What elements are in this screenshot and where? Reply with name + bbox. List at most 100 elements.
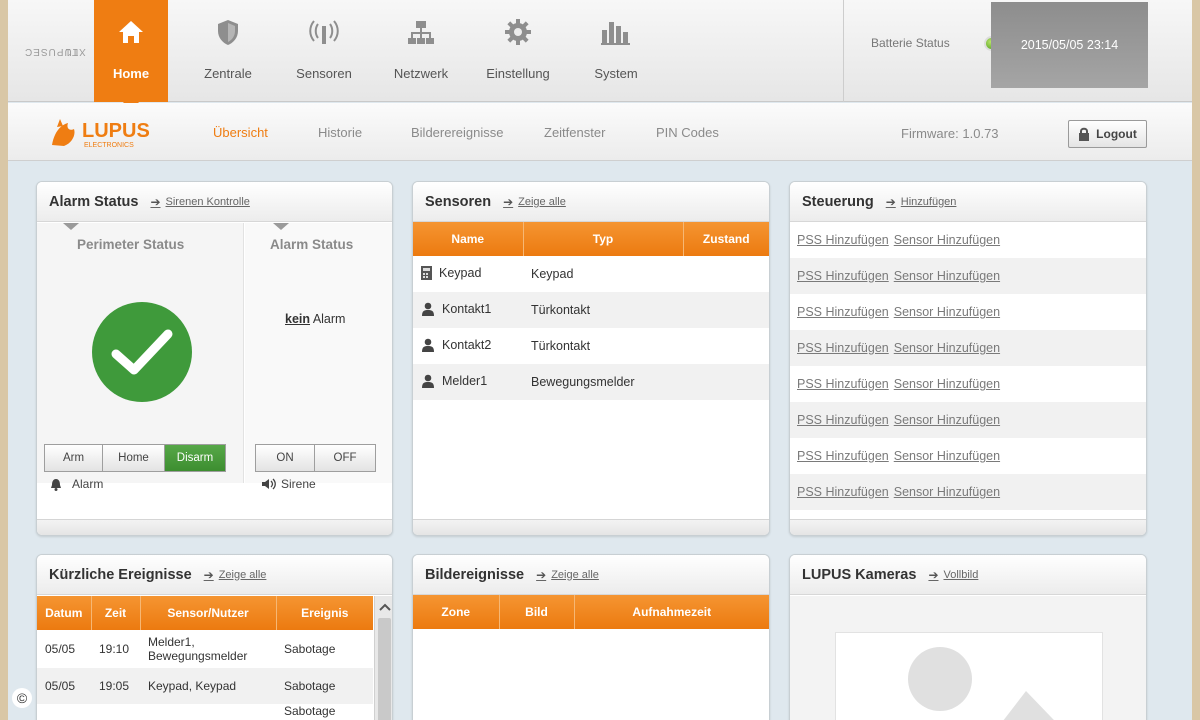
column-header[interactable]: Zeit <box>91 596 141 630</box>
list-item: PSS Hinzufügen Sensor Hinzufügen <box>790 366 1146 402</box>
person-icon <box>422 302 434 316</box>
sensor-add-link[interactable]: Sensor Hinzufügen <box>894 233 1000 247</box>
sensor-state-cell <box>683 292 769 328</box>
person-icon <box>422 374 434 388</box>
list-item: PSS Hinzufügen Sensor Hinzufügen <box>790 258 1146 294</box>
tab-historie[interactable]: Historie <box>318 125 362 140</box>
column-header[interactable]: Sensor/Nutzer <box>140 596 277 630</box>
logo-text: LUPUS <box>82 120 150 142</box>
event-date: 05/05 <box>45 642 76 656</box>
sensor-add-link[interactable]: Sensor Hinzufügen <box>894 413 1000 427</box>
nav-item-home[interactable]: Home <box>94 0 168 111</box>
speaker-icon <box>262 478 276 490</box>
pss-add-link[interactable]: PSS Hinzufügen <box>797 449 889 463</box>
images-show-all-link[interactable]: ➔ Zeige alle <box>536 568 599 582</box>
keypad-icon <box>421 265 432 280</box>
alarm-label-row: Alarm <box>50 477 103 491</box>
sensor-add-link[interactable]: Sensor Hinzufügen <box>894 449 1000 463</box>
control-add-link[interactable]: ➔ Hinzufügen <box>886 195 957 209</box>
tab-pin-codes[interactable]: PIN Codes <box>656 125 719 140</box>
siren-on-button[interactable]: ON <box>256 445 315 471</box>
siren-off-button[interactable]: OFF <box>315 445 375 471</box>
event-time <box>91 704 140 720</box>
sirenen-kontrolle-link[interactable]: ➔ Sirenen Kontrolle <box>150 195 249 209</box>
pss-add-link[interactable]: PSS Hinzufügen <box>797 485 889 499</box>
sensor-add-link[interactable]: Sensor Hinzufügen <box>894 341 1000 355</box>
table-row[interactable]: Kontakt1 Türkontakt <box>413 292 769 328</box>
sensor-name-cell: Kontakt1 <box>413 292 523 328</box>
lock-icon <box>1079 127 1090 141</box>
nav-item-zentrale[interactable]: Zentrale <box>183 0 273 102</box>
events-show-all-link[interactable]: ➔ Zeige alle <box>204 568 267 582</box>
table-row[interactable]: Keypad Keypad <box>413 256 769 292</box>
column-header[interactable]: Zone <box>413 595 500 629</box>
event-type: Sabotage <box>284 642 336 656</box>
disarm-button[interactable]: Disarm <box>165 445 225 471</box>
events-scrollbar[interactable] <box>374 596 392 720</box>
sensor-name-cell: Kontakt2 <box>413 328 523 364</box>
table-row[interactable]: Kontakt2 Türkontakt <box>413 328 769 364</box>
list-item: PSS Hinzufügen Sensor Hinzufügen <box>790 330 1146 366</box>
alarm-label: Alarm <box>72 477 104 491</box>
column-header[interactable]: Typ <box>523 222 684 256</box>
sensor-add-link[interactable]: Sensor Hinzufügen <box>894 377 1000 391</box>
table-row[interactable]: Melder1 Bewegungsmelder <box>413 364 769 400</box>
sensors-table: Name Typ Zustand Keypad Keypad Kontakt1 … <box>413 222 769 400</box>
sensor-add-link[interactable]: Sensor Hinzufügen <box>894 485 1000 499</box>
table-row[interactable]: Sabotage <box>37 704 373 720</box>
column-header[interactable]: Name <box>413 222 524 256</box>
panel-header: Sensoren ➔ Zeige alle <box>413 182 769 222</box>
tab-bilderereignisse[interactable]: Bilderereignisse <box>411 125 504 140</box>
pss-add-link[interactable]: PSS Hinzufügen <box>797 413 889 427</box>
copyright-badge: © <box>12 688 32 708</box>
fullscreen-link[interactable]: ➔ Vollbild <box>928 568 978 582</box>
sensor-name-cell: Keypad <box>413 256 523 292</box>
logout-button[interactable]: Logout <box>1068 120 1147 148</box>
nav-item-einstellung[interactable]: Einstellung <box>473 0 563 102</box>
nav-item-sensoren[interactable]: Sensoren <box>279 0 369 102</box>
firmware-version: Firmware: 1.0.73 <box>901 126 999 141</box>
column-header[interactable]: Ereignis <box>276 596 373 630</box>
device-brand: LUPUSEC XT1 <box>24 8 88 94</box>
arrow-right-icon: ➔ <box>503 194 514 209</box>
image-events-table: Zone Bild Aufnahmezeit <box>413 595 769 629</box>
pss-add-link[interactable]: PSS Hinzufügen <box>797 341 889 355</box>
list-item: PSS Hinzufügen Sensor Hinzufügen <box>790 438 1146 474</box>
pss-add-link[interactable]: PSS Hinzufügen <box>797 305 889 319</box>
event-sensor: Melder1, Bewegungsmelder <box>148 635 248 663</box>
tab-uebersicht[interactable]: Übersicht <box>213 125 268 140</box>
events-table-wrap: Datum Zeit Sensor/Nutzer Ereignis 05/05 … <box>37 596 373 720</box>
caret-down-icon <box>273 223 289 230</box>
sensors-panel: Sensoren ➔ Zeige alle Name Typ Zustand Ke… <box>412 181 770 536</box>
table-row[interactable]: 05/05 19:05 Keypad, Keypad Sabotage <box>37 668 373 704</box>
tab-zeitfenster[interactable]: Zeitfenster <box>544 125 605 140</box>
link-label: Zeige alle <box>518 195 566 208</box>
pss-add-link[interactable]: PSS Hinzufügen <box>797 377 889 391</box>
event-sensor: Keypad, Keypad <box>140 668 276 704</box>
image-events-panel: Bildereignisse ➔ Zeige alle Zone Bild Auf… <box>412 554 770 720</box>
home-mode-button[interactable]: Home <box>103 445 165 471</box>
sensor-state-cell <box>683 364 769 400</box>
scroll-thumb[interactable] <box>378 618 391 720</box>
event-date <box>37 704 91 720</box>
cameras-panel: LUPUS Kameras ➔ Vollbild <box>789 554 1147 720</box>
sensor-add-link[interactable]: Sensor Hinzufügen <box>894 269 1000 283</box>
panel-header: Steuerung ➔ Hinzufügen <box>790 182 1146 222</box>
column-header[interactable]: Zustand <box>683 222 769 256</box>
sensors-show-all-link[interactable]: ➔ Zeige alle <box>503 195 566 209</box>
scroll-up-button[interactable] <box>375 596 392 618</box>
panel-title: Alarm Status <box>49 193 139 210</box>
sensor-add-link[interactable]: Sensor Hinzufügen <box>894 305 1000 319</box>
lupus-logo: LUPUS ELECTRONICS <box>48 115 184 151</box>
table-row[interactable]: 05/05 19:10 Melder1, Bewegungsmelder Sab… <box>37 630 373 668</box>
nav-item-system[interactable]: System <box>571 0 661 102</box>
arm-button[interactable]: Arm <box>45 445 103 471</box>
column-header[interactable]: Bild <box>499 595 575 629</box>
sensor-type-cell: Bewegungsmelder <box>523 364 683 400</box>
pss-add-link[interactable]: PSS Hinzufügen <box>797 269 889 283</box>
event-time: 19:10 <box>99 642 130 656</box>
pss-add-link[interactable]: PSS Hinzufügen <box>797 233 889 247</box>
column-header[interactable]: Datum <box>37 596 92 630</box>
column-header[interactable]: Aufnahmezeit <box>574 595 769 629</box>
nav-item-netzwerk[interactable]: Netzwerk <box>376 0 466 102</box>
